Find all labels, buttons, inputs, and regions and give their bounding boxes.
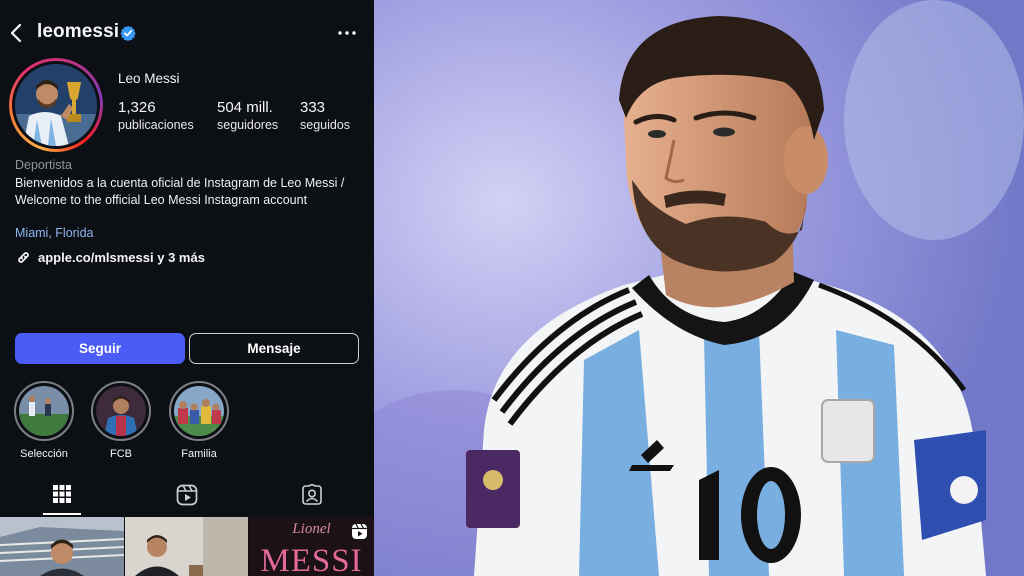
profile-avatar[interactable] [9, 58, 103, 152]
display-name: Leo Messi [118, 71, 180, 86]
highlight-thumbnail [96, 386, 146, 436]
stat-followers[interactable]: 504 mill. seguidores [217, 99, 278, 132]
instagram-profile-panel: leomessi Leo Messi 1,326 publicaciones 5… [0, 0, 374, 576]
post-thumbnail[interactable]: Lionel MESSI [249, 517, 374, 576]
stat-posts[interactable]: 1,326 publicaciones [118, 99, 194, 132]
post-thumbnail[interactable] [0, 517, 124, 576]
posts-grid: Lionel MESSI [0, 517, 374, 576]
reels-icon [176, 484, 198, 506]
highlight-label: Selección [20, 448, 68, 460]
profile-category: Deportista [15, 158, 72, 172]
stat-label: seguidores [217, 118, 279, 132]
profile-link[interactable]: apple.co/mlsmessi y 3 más [15, 248, 205, 266]
highlight-thumbnail [19, 386, 69, 436]
stat-label: publicaciones [118, 118, 194, 132]
stat-label: seguidos [300, 118, 351, 132]
grid-icon [53, 485, 71, 503]
player-photo [374, 0, 1024, 576]
highlight-seleccion[interactable]: Selección [13, 381, 75, 460]
message-button[interactable]: Mensaje [189, 333, 359, 364]
profile-location[interactable]: Miami, Florida [15, 226, 94, 240]
tab-reels[interactable] [125, 480, 249, 516]
highlight-fcb[interactable]: FCB [90, 381, 152, 460]
stat-following[interactable]: 333 seguidos [300, 99, 350, 132]
post-photo-illustration [125, 517, 248, 576]
avatar-photo-illustration [15, 64, 97, 146]
profile-header: leomessi [0, 16, 374, 50]
tab-posts[interactable] [0, 480, 124, 516]
profile-tabs [0, 480, 374, 516]
highlight-seleccion-illustration [19, 386, 69, 436]
stat-value: 333 [300, 99, 326, 116]
profile-username: leomessi [37, 21, 120, 42]
back-button[interactable] [6, 20, 26, 46]
link-icon [18, 251, 29, 263]
avatar-image [15, 64, 97, 146]
player-photo-illustration [374, 0, 1024, 576]
follow-button[interactable]: Seguir [15, 333, 185, 364]
highlight-thumbnail [174, 386, 224, 436]
highlight-familia-illustration [174, 386, 224, 436]
highlight-label: FCB [110, 448, 132, 460]
chevron-left-icon [10, 23, 22, 43]
verified-badge-icon [120, 25, 136, 41]
highlight-label: Familia [181, 448, 217, 460]
tab-tagged[interactable] [250, 480, 374, 516]
stat-value: 1,326 [118, 99, 156, 116]
highlight-familia[interactable]: Familia [168, 381, 230, 460]
post-title-big: MESSI [260, 543, 363, 576]
reel-indicator-icon [352, 523, 367, 539]
highlight-fcb-illustration [96, 386, 146, 436]
profile-bio: Bienvenidos a la cuenta oficial de Insta… [15, 176, 345, 207]
tagged-icon [302, 484, 322, 505]
post-thumbnail[interactable] [125, 517, 248, 576]
stat-value: 504 mill. [217, 99, 273, 116]
more-horizontal-icon [338, 31, 356, 35]
more-options-button[interactable] [334, 22, 360, 44]
profile-link-text: apple.co/mlsmessi y 3 más [38, 249, 205, 265]
post-photo-illustration [0, 517, 124, 576]
